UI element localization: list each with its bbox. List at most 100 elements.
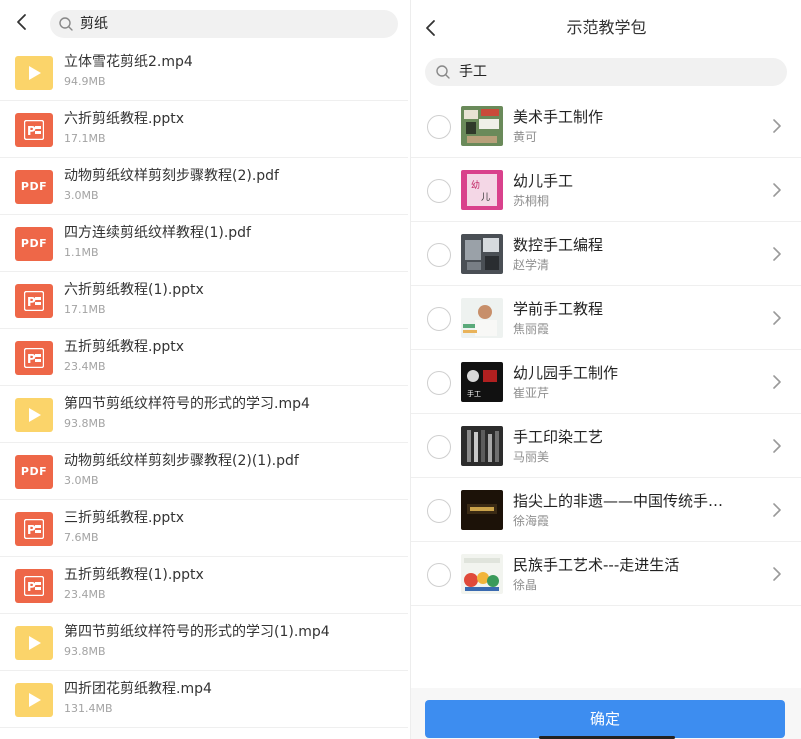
file-row[interactable]: 四折团花剪纸教程.mp4 131.4MB: [0, 671, 408, 728]
chevron-right-icon[interactable]: [770, 566, 784, 582]
pack-author: 焦丽霞: [513, 322, 550, 336]
pack-row[interactable]: 数控手工编程 赵学清: [411, 222, 801, 286]
chevron-right-icon[interactable]: [770, 374, 784, 390]
chevron-right-icon[interactable]: [770, 246, 784, 262]
ppt-glyph-icon: P: [24, 348, 44, 368]
file-row[interactable]: PDF 动物剪纸纹样剪刻步骤教程(2)(1).pdf 3.0MB: [0, 443, 408, 500]
file-name: 五折剪纸教程.pptx: [64, 339, 184, 355]
select-radio[interactable]: [427, 115, 451, 139]
pack-author: 黄可: [513, 130, 538, 144]
file-size: 3.0MB: [64, 189, 99, 202]
file-size: 1.1MB: [64, 246, 99, 259]
svg-text:儿: 儿: [481, 192, 490, 203]
file-name: 动物剪纸纹样剪刻步骤教程(2)(1).pdf: [64, 453, 299, 469]
svg-text:P: P: [27, 523, 36, 537]
file-search-input[interactable]: 剪纸: [50, 10, 398, 38]
pack-row[interactable]: 美术手工制作 黄可: [411, 94, 801, 158]
file-size: 7.6MB: [64, 531, 99, 544]
pack-row[interactable]: 手工印染工艺 马丽美: [411, 414, 801, 478]
file-row[interactable]: P 六折剪纸教程(1).pptx 17.1MB: [0, 272, 408, 329]
file-search-value: 剪纸: [80, 16, 108, 32]
pack-search-input[interactable]: 手工: [425, 58, 787, 86]
file-name: 六折剪纸教程(1).pptx: [64, 282, 204, 298]
pack-title: 美术手工制作: [513, 108, 604, 126]
file-row[interactable]: P 三折剪纸教程.pptx 7.6MB: [0, 500, 408, 557]
pack-title: 学前手工教程: [513, 300, 604, 318]
ppt-file-icon: P: [15, 512, 53, 546]
pack-thumbnail: [461, 298, 503, 338]
select-radio[interactable]: [427, 307, 451, 331]
pack-author: 苏桐桐: [513, 194, 550, 208]
chevron-right-icon[interactable]: [770, 118, 784, 134]
ppt-glyph-icon: P: [24, 519, 44, 539]
svg-text:P: P: [27, 295, 36, 309]
pack-thumbnail: [461, 426, 503, 466]
pack-row[interactable]: 幼儿幼儿手工苏桐桐: [411, 158, 801, 222]
pack-list: 美术手工制作黄可幼儿幼儿手工苏桐桐数控手工编程 赵学清学前手工教程焦丽霞手工 幼儿园…: [411, 94, 801, 606]
teaching-pack-panel: 示范教学包 手工 美术手工制作黄可幼儿幼儿手工苏桐桐数控手工编程 赵学清学前手工教…: [410, 0, 801, 739]
pack-row[interactable]: 手工 幼儿园手工制作 崔亚芹: [411, 350, 801, 414]
pack-row[interactable]: 民族手工艺术---走进生活 徐晶: [411, 542, 801, 606]
file-size: 23.4MB: [64, 588, 106, 601]
pack-thumbnail: 幼儿: [461, 170, 503, 210]
confirm-bar: 确定: [411, 688, 801, 739]
file-name: 第四节剪纸纹样符号的形式的学习(1).mp4: [64, 624, 330, 640]
ppt-file-icon: P: [15, 569, 53, 603]
select-radio[interactable]: [427, 371, 451, 395]
ppt-glyph-icon: P: [24, 291, 44, 311]
file-row[interactable]: P 五折剪纸教程(1).pptx 23.4MB: [0, 557, 408, 614]
file-row[interactable]: P 五折剪纸教程.pptx 23.4MB: [0, 329, 408, 386]
select-radio[interactable]: [427, 499, 451, 523]
select-radio[interactable]: [427, 563, 451, 587]
select-radio[interactable]: [427, 179, 451, 203]
file-name: 五折剪纸教程(1).pptx: [64, 567, 204, 583]
file-row[interactable]: 第四节剪纸纹样符号的形式的学习.mp4 93.8MB: [0, 386, 408, 443]
pack-title: 幼儿园手工制作: [513, 364, 619, 382]
pack-title: 数控手工编程: [513, 236, 604, 254]
file-search-header: 剪纸: [0, 0, 408, 44]
video-file-icon: [15, 683, 53, 717]
file-name: 四方连续剪纸纹样教程(1).pdf: [64, 225, 251, 241]
ppt-file-icon: P: [15, 284, 53, 318]
file-row[interactable]: PDF 动物剪纸纹样剪刻步骤教程(2).pdf 3.0MB: [0, 158, 408, 215]
file-row[interactable]: 立体雪花剪纸2.mp4 94.9MB: [0, 44, 408, 101]
pdf-file-icon: PDF: [15, 170, 53, 204]
file-size: 23.4MB: [64, 360, 106, 373]
video-file-icon: [15, 56, 53, 90]
pdf-file-icon: PDF: [15, 227, 53, 261]
pack-author: 徐晶: [513, 578, 538, 592]
chevron-right-icon[interactable]: [770, 310, 784, 326]
file-row[interactable]: 第四节剪纸纹样符号的形式的学习(1).mp4 93.8MB: [0, 614, 408, 671]
pack-row[interactable]: 学前手工教程 焦丽霞: [411, 286, 801, 350]
back-arrow-icon[interactable]: [12, 12, 32, 32]
chevron-right-icon[interactable]: [770, 502, 784, 518]
pack-author: 徐海霞: [513, 514, 550, 528]
file-size: 3.0MB: [64, 474, 99, 487]
file-name: 动物剪纸纹样剪刻步骤教程(2).pdf: [64, 168, 279, 184]
chevron-right-icon[interactable]: [770, 438, 784, 454]
pack-thumbnail: [461, 234, 503, 274]
file-size: 94.9MB: [64, 75, 106, 88]
pack-thumbnail: [461, 490, 503, 530]
file-row[interactable]: P 六折剪纸教程.pptx 17.1MB: [0, 101, 408, 158]
file-row[interactable]: PDF 四方连续剪纸纹样教程(1).pdf 1.1MB: [0, 215, 408, 272]
svg-text:P: P: [27, 352, 36, 366]
select-radio[interactable]: [427, 435, 451, 459]
pack-row[interactable]: 指尖上的非遗——中国传统手… 徐海霞: [411, 478, 801, 542]
pack-title: 幼儿手工: [513, 172, 574, 190]
confirm-button[interactable]: 确定: [425, 700, 785, 738]
teaching-pack-header: 示范教学包: [411, 0, 801, 52]
video-file-icon: [15, 398, 53, 432]
pack-title: 手工印染工艺: [513, 428, 604, 446]
select-radio[interactable]: [427, 243, 451, 267]
pack-author: 马丽美: [513, 450, 550, 464]
chevron-right-icon[interactable]: [770, 182, 784, 198]
search-icon: [436, 65, 450, 79]
file-name: 六折剪纸教程.pptx: [64, 111, 184, 127]
file-name: 四折团花剪纸教程.mp4: [64, 681, 212, 697]
ppt-glyph-icon: P: [24, 120, 44, 140]
file-size: 131.4MB: [64, 702, 113, 715]
pack-thumbnail: 手工: [461, 362, 503, 402]
ppt-file-icon: P: [15, 113, 53, 147]
file-name: 三折剪纸教程.pptx: [64, 510, 184, 526]
